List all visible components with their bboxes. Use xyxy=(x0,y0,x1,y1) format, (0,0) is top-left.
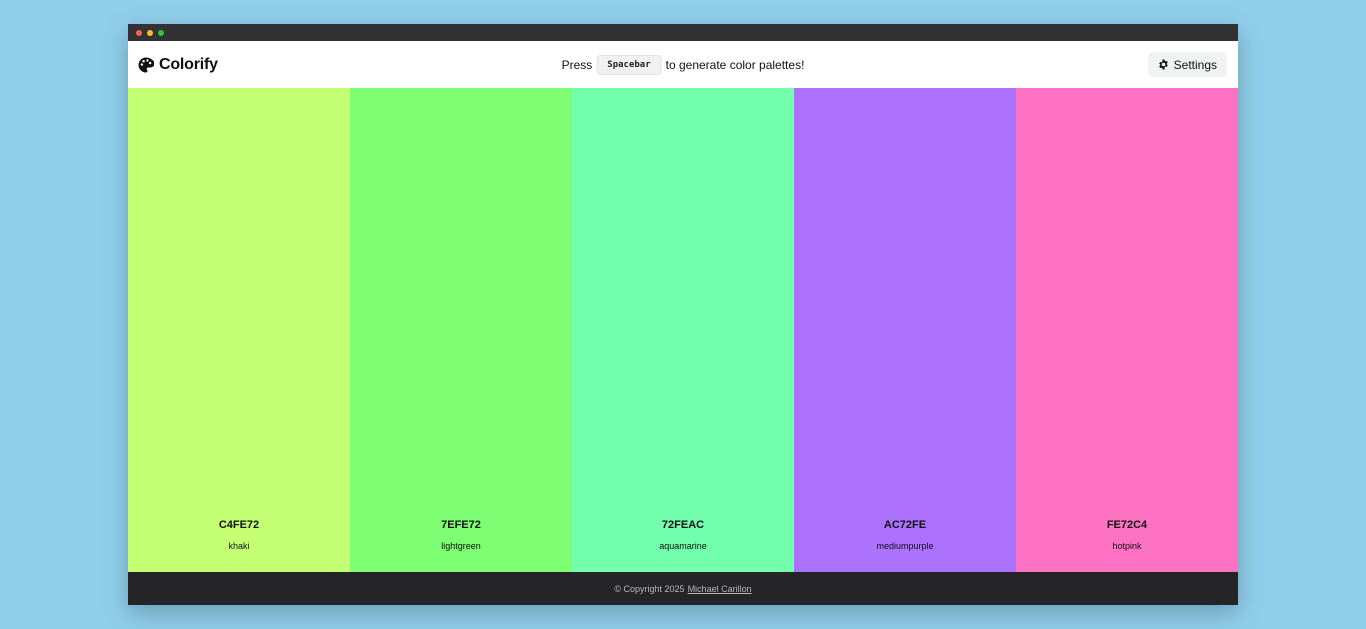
color-swatch[interactable]: 72FEAC aquamarine xyxy=(572,88,794,572)
swatch-hex[interactable]: AC72FE xyxy=(884,519,926,531)
close-window-button[interactable] xyxy=(136,29,142,36)
browser-window: Colorify Press Spacebar to generate colo… xyxy=(128,24,1238,605)
brand: Colorify xyxy=(138,56,218,74)
color-swatch[interactable]: 7EFE72 lightgreen xyxy=(350,88,572,572)
settings-label: Settings xyxy=(1173,57,1217,72)
swatch-color-name: aquamarine xyxy=(659,541,707,551)
color-swatch[interactable]: C4FE72 khaki xyxy=(128,88,350,572)
app-footer: © Copyright 2025 Michael Carillon xyxy=(128,572,1238,605)
minimize-window-button[interactable] xyxy=(147,29,153,36)
spacebar-key: Spacebar xyxy=(596,54,662,75)
swatch-hex[interactable]: 7EFE72 xyxy=(441,519,481,531)
window-titlebar xyxy=(128,24,1238,41)
color-palette: C4FE72 khaki 7EFE72 lightgreen 72FEAC aq… xyxy=(128,88,1238,572)
author-link[interactable]: Michael Carillon xyxy=(688,584,752,594)
hint-text-after: to generate color palettes! xyxy=(665,57,805,72)
swatch-color-name: lightgreen xyxy=(441,541,481,551)
swatch-hex[interactable]: C4FE72 xyxy=(219,519,259,531)
palette-icon xyxy=(138,57,154,73)
settings-button[interactable]: Settings xyxy=(1147,52,1227,77)
swatch-color-name: hotpink xyxy=(1112,541,1142,551)
hint-text-before: Press xyxy=(561,57,593,72)
spacebar-hint: Press Spacebar to generate color palette… xyxy=(561,54,805,75)
gear-icon xyxy=(1158,59,1169,70)
swatch-color-name: khaki xyxy=(228,541,250,551)
maximize-window-button[interactable] xyxy=(158,29,164,36)
swatch-color-name: mediumpurple xyxy=(876,541,934,551)
app-title: Colorify xyxy=(159,55,218,73)
color-swatch[interactable]: FE72C4 hotpink xyxy=(1016,88,1238,572)
copyright-text: © Copyright 2025 xyxy=(614,583,685,594)
swatch-hex[interactable]: 72FEAC xyxy=(662,519,704,531)
app-header: Colorify Press Spacebar to generate colo… xyxy=(128,41,1238,88)
swatch-hex[interactable]: FE72C4 xyxy=(1107,519,1147,531)
color-swatch[interactable]: AC72FE mediumpurple xyxy=(794,88,1016,572)
